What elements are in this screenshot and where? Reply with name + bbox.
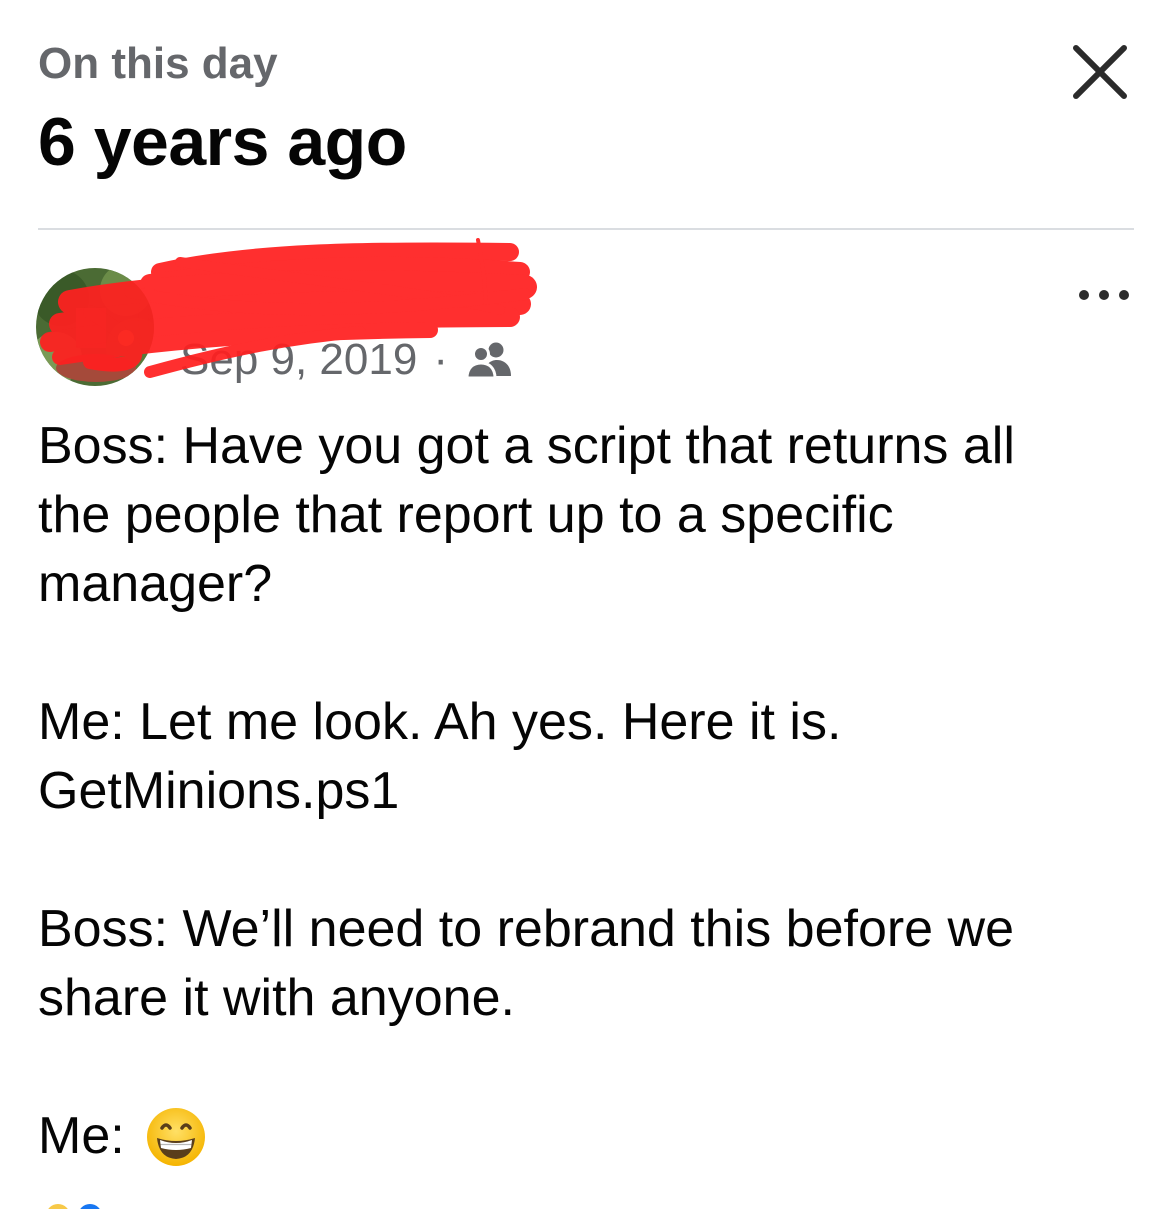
post-line: Me: Let me look. Ah yes. Here it is. <box>38 693 842 751</box>
close-button[interactable] <box>1066 38 1134 106</box>
post-line: share it with anyone. <box>38 969 515 1027</box>
post-body: Boss: Have you got a script that returns… <box>38 412 1128 1171</box>
close-icon <box>1073 45 1127 99</box>
post-line-final: Me: <box>38 1102 1128 1171</box>
post-line: Boss: Have you got a script that returns… <box>38 417 1015 475</box>
friends-icon <box>465 340 514 380</box>
post-meta: Sep 9, 2019 · <box>180 332 514 388</box>
grinning-face-emoji-icon <box>145 1106 207 1168</box>
more-horizontal-icon <box>1079 290 1129 300</box>
post-date[interactable]: Sep 9, 2019 <box>180 332 417 388</box>
final-line-prefix: Me: <box>38 1107 125 1165</box>
post-line: the people that report up to a specific <box>38 486 894 544</box>
meta-separator: · <box>433 335 448 384</box>
post-line: GetMinions.ps1 <box>38 762 400 820</box>
author-name[interactable] <box>180 262 510 322</box>
reactions-peek <box>40 1200 140 1209</box>
avatar[interactable] <box>36 268 154 386</box>
more-options-button[interactable] <box>1076 280 1132 310</box>
divider <box>38 228 1134 230</box>
post-line: Boss: We’ll need to rebrand this before … <box>38 900 1015 958</box>
header-eyebrow: On this day <box>38 39 278 88</box>
post-line: manager? <box>38 555 273 613</box>
page-title: 6 years ago <box>38 104 407 180</box>
